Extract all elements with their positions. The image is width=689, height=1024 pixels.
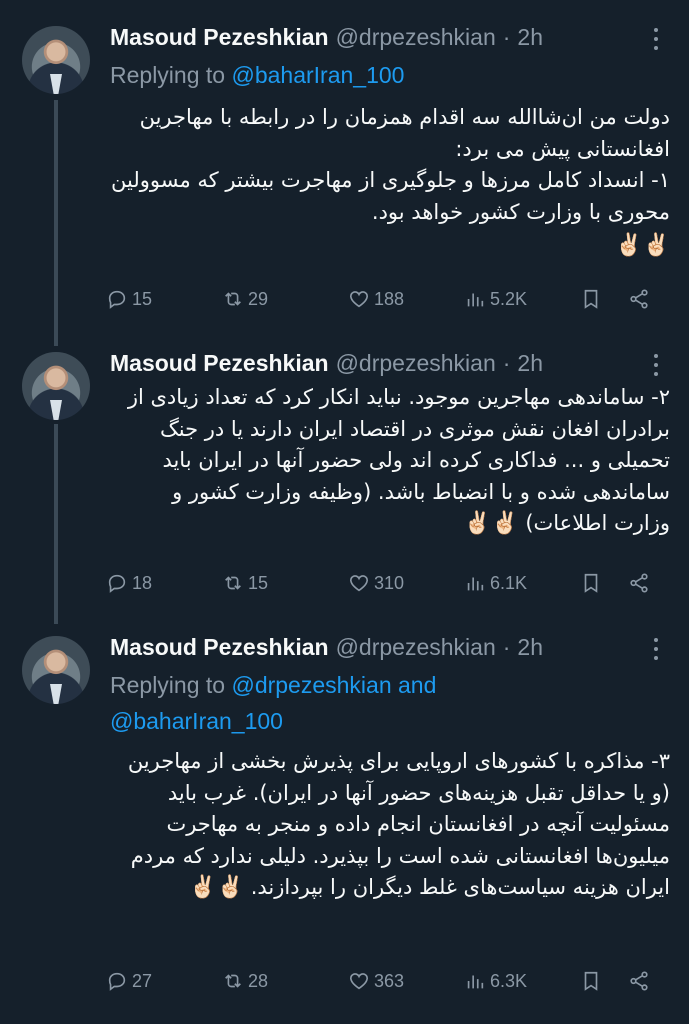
author-name[interactable]: Masoud Pezeshkian: [110, 634, 329, 660]
tweet[interactable]: Masoud Pezeshkian @drpezeshkian · 2h ۲- …: [0, 326, 689, 616]
views-chart-icon: [467, 577, 484, 591]
repost-button[interactable]: 28: [222, 970, 268, 992]
replying-to-label: Replying to: [110, 672, 226, 698]
victory-hand-emoji: ✌🏻✌🏻: [615, 233, 670, 258]
mention-link[interactable]: @baharIran_100: [231, 62, 404, 88]
views-chart-icon: [467, 293, 484, 307]
bookmark-icon: [584, 289, 598, 309]
share-button[interactable]: [628, 970, 654, 992]
repost-icon: [225, 292, 241, 306]
tweet-actions: 27 28 363 6.3K: [106, 970, 666, 1000]
like-count: 188: [374, 288, 405, 309]
reply-button[interactable]: 27: [106, 970, 152, 992]
author-name[interactable]: Masoud Pezeshkian: [110, 350, 329, 376]
like-count: 363: [374, 970, 405, 991]
tweet-text-content: دولت من ان‌شاالله سه اقدام همزمان را در …: [111, 105, 670, 224]
separator: ·: [502, 350, 511, 376]
separator: ·: [502, 634, 511, 660]
repost-icon: [225, 576, 241, 590]
author-handle[interactable]: @drpezeshkian: [336, 634, 496, 660]
avatar[interactable]: [22, 26, 90, 94]
bookmark-icon: [584, 573, 598, 593]
reply-button[interactable]: 18: [106, 572, 152, 594]
author-handle[interactable]: @drpezeshkian: [336, 350, 496, 376]
mention-link[interactable]: @baharIran_100: [110, 708, 283, 734]
heart-icon: [349, 575, 369, 592]
share-button[interactable]: [628, 288, 654, 310]
replying-to-label: Replying to: [110, 62, 226, 88]
heart-icon: [349, 973, 369, 990]
like-count: 310: [374, 572, 405, 593]
tweet-header: Masoud Pezeshkian @drpezeshkian · 2h: [110, 350, 543, 377]
share-icon: [630, 971, 648, 991]
views-button[interactable]: 6.1K: [464, 572, 527, 594]
avatar[interactable]: [22, 636, 90, 704]
view-count: 6.3K: [490, 970, 528, 991]
reply-icon: [108, 290, 126, 309]
reply-count: 15: [132, 288, 153, 309]
victory-hand-emoji: ✌🏻✌🏻: [189, 875, 245, 900]
reply-count: 18: [132, 572, 153, 593]
repost-count: 29: [248, 288, 269, 309]
repost-count: 28: [248, 970, 269, 991]
repost-count: 15: [248, 572, 269, 593]
reply-icon: [108, 574, 126, 593]
bookmark-icon: [584, 971, 598, 991]
timestamp[interactable]: 2h: [517, 350, 543, 376]
separator: ·: [502, 24, 511, 50]
reply-button[interactable]: 15: [106, 288, 152, 310]
bookmark-button[interactable]: [580, 288, 606, 310]
author-name[interactable]: Masoud Pezeshkian: [110, 24, 329, 50]
share-icon: [630, 573, 648, 593]
repost-button[interactable]: 15: [222, 572, 268, 594]
share-button[interactable]: [628, 572, 654, 594]
reply-count: 27: [132, 970, 153, 991]
avatar[interactable]: [22, 352, 90, 420]
timestamp[interactable]: 2h: [517, 24, 543, 50]
repost-button[interactable]: 29: [222, 288, 268, 310]
tweet-text-content: ۲- ساماندهی مهاجرین موجود. نباید انکار ک…: [127, 385, 670, 535]
reply-context-line-2: @baharIran_100: [110, 708, 283, 735]
tweet-text: دولت من ان‌شاالله سه اقدام همزمان را در …: [110, 102, 670, 262]
like-button[interactable]: 363: [348, 970, 404, 992]
tweet[interactable]: Masoud Pezeshkian @drpezeshkian · 2h Rep…: [0, 0, 689, 340]
bookmark-button[interactable]: [580, 970, 606, 992]
bookmark-button[interactable]: [580, 572, 606, 594]
more-options-icon[interactable]: [653, 354, 659, 378]
author-handle[interactable]: @drpezeshkian: [336, 24, 496, 50]
tweet-text: ۳- مذاکره با کشورهای اروپایی برای پذیرش …: [110, 746, 670, 904]
tweet-text: ۲- ساماندهی مهاجرین موجود. نباید انکار ک…: [110, 382, 670, 540]
tweet-actions: 15 29 188 5.2K: [106, 288, 666, 318]
view-count: 6.1K: [490, 572, 528, 593]
views-button[interactable]: 6.3K: [464, 970, 527, 992]
mention-link[interactable]: @drpezeshkian and: [231, 672, 436, 698]
tweet[interactable]: Masoud Pezeshkian @drpezeshkian · 2h Rep…: [0, 610, 689, 1024]
heart-icon: [349, 291, 369, 308]
more-options-icon[interactable]: [653, 28, 659, 52]
timestamp[interactable]: 2h: [517, 634, 543, 660]
tweet-header: Masoud Pezeshkian @drpezeshkian · 2h: [110, 24, 543, 51]
views-button[interactable]: 5.2K: [464, 288, 527, 310]
view-count: 5.2K: [490, 288, 528, 309]
views-chart-icon: [467, 975, 484, 989]
reply-context: Replying to @drpezeshkian and: [110, 672, 436, 699]
tweet-actions: 18 15 310 6.1K: [106, 572, 666, 602]
like-button[interactable]: 188: [348, 288, 404, 310]
tweet-header: Masoud Pezeshkian @drpezeshkian · 2h: [110, 634, 543, 661]
share-icon: [630, 289, 648, 309]
repost-icon: [225, 974, 241, 988]
victory-hand-emoji: ✌🏻✌🏻: [463, 511, 519, 536]
reply-icon: [108, 972, 126, 991]
like-button[interactable]: 310: [348, 572, 404, 594]
more-options-icon[interactable]: [653, 638, 659, 662]
reply-context: Replying to @baharIran_100: [110, 62, 404, 89]
